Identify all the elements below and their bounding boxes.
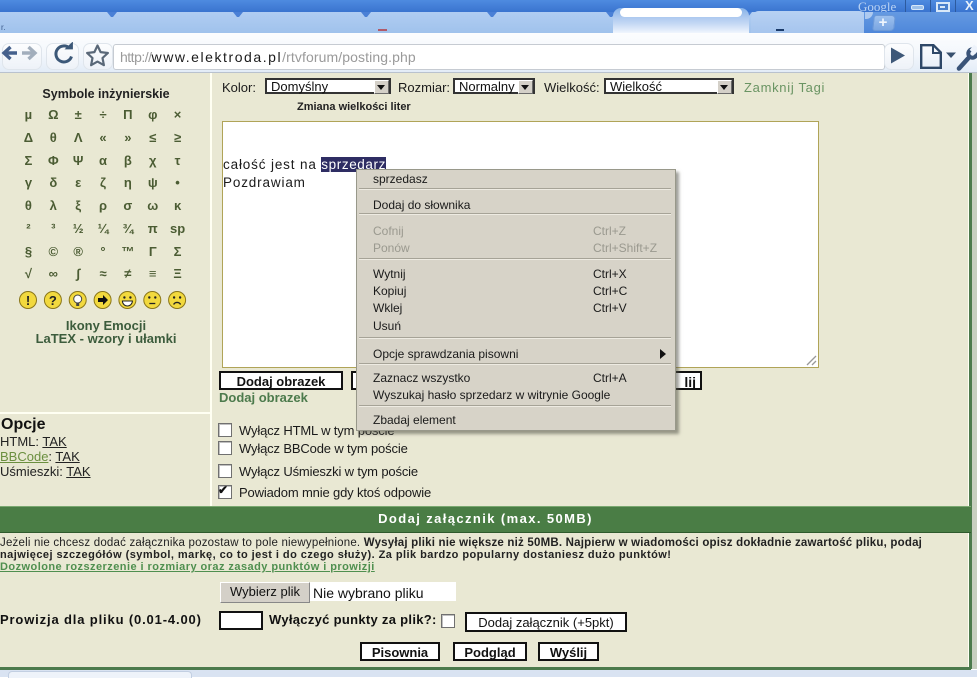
svg-text:?: ?: [49, 293, 57, 308]
svg-text:!: !: [26, 293, 30, 308]
